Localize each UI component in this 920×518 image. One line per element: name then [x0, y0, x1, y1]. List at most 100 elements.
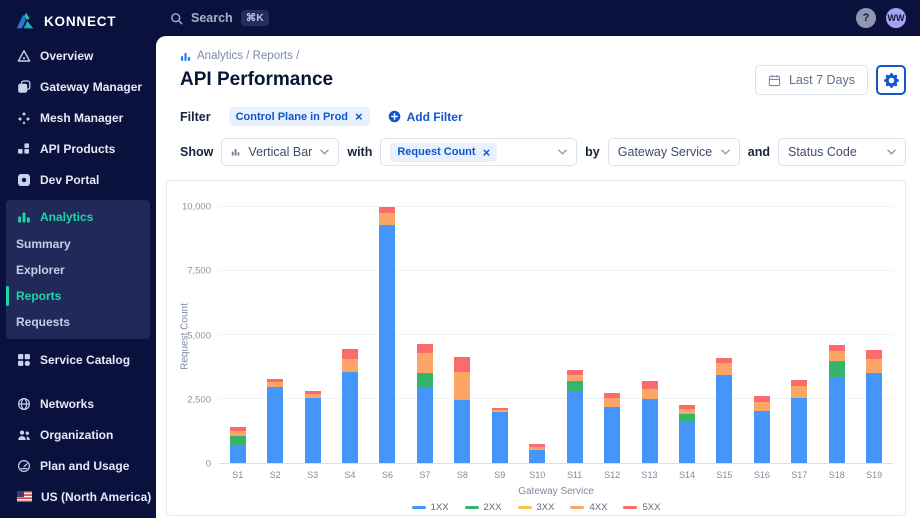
bar-cell — [855, 207, 892, 463]
second-group-select[interactable]: Status Code — [778, 138, 906, 166]
bar-s11[interactable] — [566, 207, 583, 463]
add-filter-label: Add Filter — [406, 109, 463, 124]
bar-cell — [631, 207, 668, 463]
sidebar-item-reports[interactable]: Reports — [6, 283, 150, 309]
sidebar-item-mesh-manager[interactable]: Mesh Manager — [0, 102, 156, 133]
logo[interactable]: KONNECT — [0, 0, 156, 40]
sidebar-item-api-products[interactable]: API Products — [0, 133, 156, 164]
sidebar-analytics-section: Analytics Summary Explorer Reports Requests — [6, 200, 150, 339]
metric-select[interactable]: Request Count × — [380, 138, 578, 166]
bar-s15[interactable] — [716, 207, 733, 463]
sidebar-item-dev-portal[interactable]: Dev Portal — [0, 164, 156, 195]
chip-close-icon[interactable]: × — [483, 146, 491, 159]
bar-segment-4xx — [716, 363, 733, 375]
bar-s1[interactable] — [229, 207, 246, 463]
bar-s16[interactable] — [753, 207, 770, 463]
bars-container — [219, 207, 893, 463]
chip-close-icon[interactable]: × — [355, 110, 363, 123]
search-icon — [170, 12, 183, 25]
sidebar-item-summary[interactable]: Summary — [6, 231, 150, 257]
chart-type-select[interactable]: Vertical Bar — [221, 138, 340, 166]
sidebar-item-overview[interactable]: Overview — [0, 40, 156, 71]
sidebar-item-label: Service Catalog — [40, 352, 131, 367]
sidebar-item-gateway-manager[interactable]: Gateway Manager — [0, 71, 156, 102]
bar-segment-1xx — [529, 450, 546, 463]
legend-item-5xx[interactable]: 5XX — [623, 502, 660, 513]
bar-segment-1xx — [454, 400, 471, 463]
bar-s14[interactable] — [678, 207, 695, 463]
bar-s7[interactable] — [416, 207, 433, 463]
filter-chip[interactable]: Control Plane in Prod × — [228, 107, 370, 126]
organization-icon — [17, 428, 31, 442]
add-filter-button[interactable]: Add Filter — [388, 110, 463, 124]
sidebar-item-networks[interactable]: Networks — [0, 388, 156, 419]
date-range-button[interactable]: Last 7 Days — [754, 65, 868, 95]
bar-segment-1xx — [416, 387, 433, 463]
bar-segment-4xx — [342, 359, 359, 373]
sidebar-menu: Overview Gateway Manager Mesh Manager API P… — [0, 40, 156, 195]
bar-s2[interactable] — [267, 207, 284, 463]
breadcrumb[interactable]: Analytics / Reports / — [180, 50, 906, 62]
legend-item-2xx[interactable]: 2XX — [464, 502, 502, 513]
bar-segment-4xx — [866, 359, 883, 374]
x-tick-label: S6 — [381, 470, 393, 480]
bar-s10[interactable] — [529, 207, 546, 463]
sidebar-item-label: Organization — [40, 427, 114, 442]
metric-chip-label: Request Count — [397, 146, 476, 158]
legend-item-4xx[interactable]: 4XX — [570, 502, 607, 513]
sidebar-item-analytics[interactable]: Analytics — [6, 202, 150, 231]
bar-s17[interactable] — [791, 207, 808, 463]
bar-segment-1xx — [828, 377, 845, 463]
legend-item-3xx[interactable]: 3XX — [517, 502, 554, 513]
sidebar-item-explorer[interactable]: Explorer — [6, 257, 150, 283]
x-tick-label: S16 — [753, 470, 770, 480]
bar-s19[interactable] — [866, 207, 883, 463]
bar-segment-1xx — [491, 411, 508, 463]
bar-cell — [331, 207, 368, 463]
help-button[interactable]: ? — [856, 8, 876, 28]
bar-s6[interactable] — [379, 207, 396, 463]
x-tick-label: S3 — [307, 470, 319, 480]
bar-cell — [743, 207, 780, 463]
bar-s9[interactable] — [491, 207, 508, 463]
bar-cell — [818, 207, 855, 463]
bar-s12[interactable] — [604, 207, 621, 463]
bar-s13[interactable] — [641, 207, 658, 463]
bar-segment-4xx — [828, 351, 845, 362]
logo-text: KONNECT — [44, 13, 117, 29]
group-by-value: Gateway Service — [617, 145, 713, 159]
app: KONNECT Overview Gateway Manager Mesh Mana… — [0, 0, 920, 518]
bar-s18[interactable] — [828, 207, 845, 463]
and-label: and — [747, 145, 770, 159]
sidebar-subitem-label: Explorer — [16, 263, 65, 277]
bar-cell — [256, 207, 293, 463]
group-by-select[interactable]: Gateway Service — [607, 138, 740, 166]
sidebar-item-organization[interactable]: Organization — [0, 419, 156, 450]
by-label: by — [585, 145, 600, 159]
sidebar-item-label: Mesh Manager — [40, 110, 124, 125]
search-shortcut-badge: ⌘K — [240, 10, 269, 26]
bar-s8[interactable] — [454, 207, 471, 463]
chevron-down-icon — [721, 149, 730, 155]
search-input[interactable]: Search ⌘K — [170, 10, 269, 26]
main: Search ⌘K ? WW Analytics / Reports / API… — [156, 0, 920, 518]
bar-segment-4xx — [753, 401, 770, 411]
bar-s4[interactable] — [342, 207, 359, 463]
sidebar-item-label: Dev Portal — [40, 172, 100, 187]
bar-segment-1xx — [641, 399, 658, 463]
sidebar-menu-bottom: Networks Organization Plan and Usage US (No… — [0, 388, 156, 518]
page-title: API Performance — [180, 69, 334, 90]
sidebar-item-us-north-america[interactable]: US (North America) — [0, 481, 156, 512]
bar-cell — [406, 207, 443, 463]
show-label: Show — [180, 145, 214, 159]
settings-button[interactable] — [876, 65, 906, 95]
bar-s3[interactable] — [304, 207, 321, 463]
sidebar-item-requests[interactable]: Requests — [6, 309, 150, 335]
sidebar-item-service-catalog[interactable]: Service Catalog — [0, 344, 156, 375]
metric-chip[interactable]: Request Count × — [390, 142, 498, 162]
legend-item-1xx[interactable]: 1XX — [411, 502, 449, 513]
avatar[interactable]: WW — [886, 8, 906, 28]
bar-segment-5xx — [416, 343, 433, 353]
sidebar-item-plan-and-usage[interactable]: Plan and Usage — [0, 450, 156, 481]
bar-segment-2xx — [828, 361, 845, 378]
